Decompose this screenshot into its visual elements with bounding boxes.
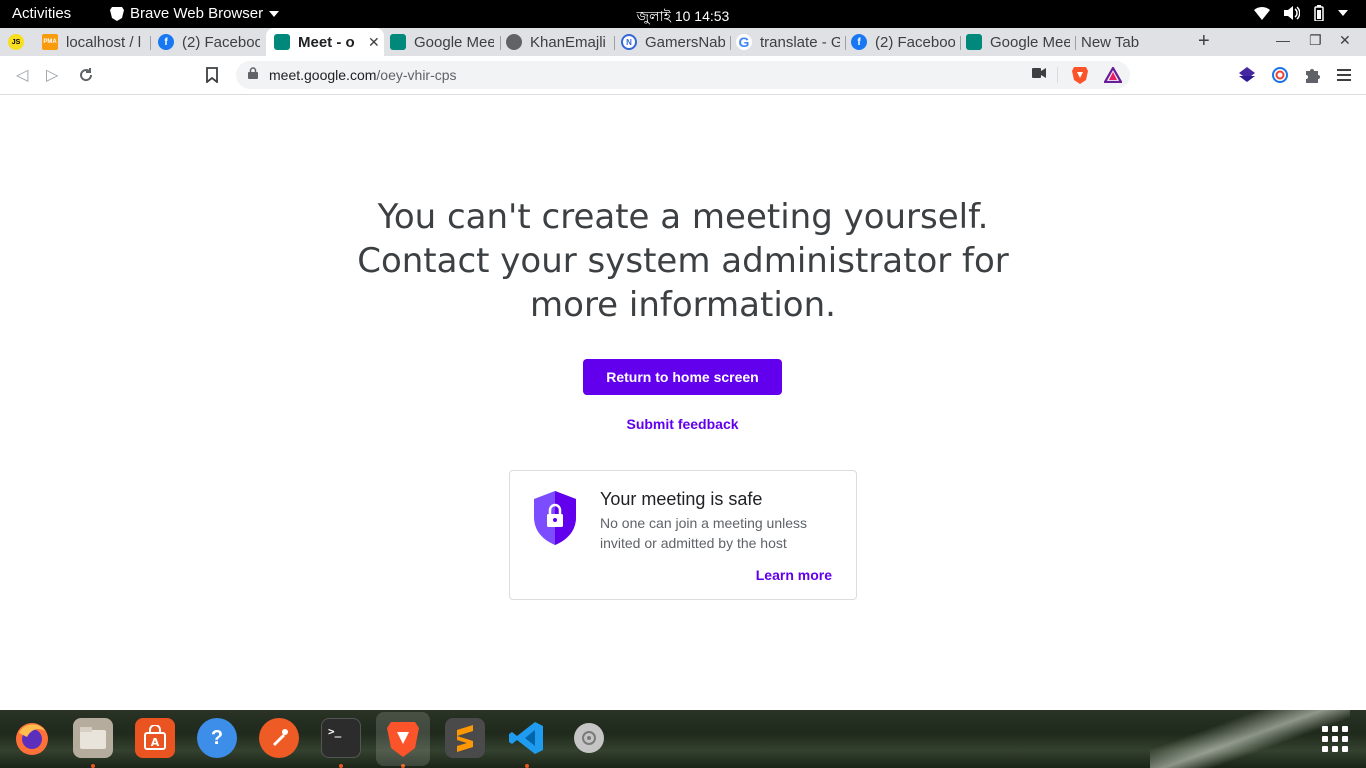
tab-meet-active[interactable]: Meet - o ✕ [266,28,384,56]
status-menu[interactable] [1254,5,1348,21]
svg-text:A: A [151,736,160,749]
disk-icon[interactable] [569,718,609,758]
facebook-icon: f [158,34,174,50]
tab-title: Google Mee [414,33,494,51]
address-bar[interactable]: meet.google.com/oey-vhir-cps [236,61,1130,89]
google-meet-icon [274,34,290,50]
tab-title: New Tab [1081,33,1140,51]
extensions-puzzle-icon[interactable] [1303,66,1321,84]
tab-strip: JS PMA localhost / l f (2) Faceboo Meet … [0,28,1366,56]
lock-icon [248,67,258,79]
back-icon[interactable]: ◁ [16,65,28,85]
postman-icon[interactable] [259,718,299,758]
files-icon[interactable] [73,718,113,758]
brave-rewards-icon[interactable] [1104,67,1122,83]
tab-title: Google Mee [990,33,1070,51]
app-dock: A ? >_ [0,710,1366,768]
facebook-icon: f [851,34,867,50]
sublime-text-icon[interactable] [445,718,485,758]
bookmark-icon[interactable] [206,67,218,83]
tab-title: localhost / l [66,33,142,51]
tab-title: GamersNab [645,33,725,51]
camera-icon[interactable] [1032,68,1046,78]
new-tab-plus-icon[interactable]: + [1198,30,1210,53]
page-content: You can't create a meeting yourself. Con… [0,95,1366,710]
tab-title: (2) Faceboo [875,33,955,51]
learn-more-link[interactable]: Learn more [756,567,832,583]
tab-facebook-2[interactable]: f (2) Faceboo [851,28,955,56]
card-title: Your meeting is safe [600,489,763,509]
extension-circle-icon[interactable] [1271,66,1289,84]
url-text: meet.google.com/oey-vhir-cps [269,67,457,83]
tab-new-tab[interactable]: New Tab [1081,28,1181,56]
reload-icon[interactable] [78,67,94,83]
google-meet-icon [966,34,982,50]
system-top-bar: Activities Brave Web Browser জুলাই 10 14… [0,0,1366,28]
tab-pinned-js[interactable]: JS [8,28,32,56]
tab-localhost[interactable]: PMA localhost / l [42,28,144,56]
clock[interactable]: জুলাই 10 14:53 [637,8,730,24]
return-home-button[interactable]: Return to home screen [583,359,782,395]
help-icon[interactable]: ? [197,718,237,758]
app-menu-label: Brave Web Browser [130,5,264,22]
tab-title: translate - G [760,33,840,51]
menu-icon[interactable] [1337,68,1351,82]
vscode-icon[interactable] [507,718,547,758]
software-center-icon[interactable]: A [135,718,175,758]
tab-title: KhanEmajli [530,33,606,51]
caret-down-icon [1338,10,1348,16]
app-menu[interactable]: Brave Web Browser [110,5,280,22]
minimize-icon[interactable]: — [1276,32,1290,48]
submit-feedback-link[interactable]: Submit feedback [583,416,782,432]
close-tab-icon[interactable]: ✕ [368,34,380,51]
tab-title: (2) Faceboo [182,33,260,51]
firefox-icon[interactable] [12,718,52,758]
tab-gamersnab[interactable]: N GamersNab [621,28,725,56]
gamersnab-icon: N [621,34,637,50]
close-window-icon[interactable]: ✕ [1339,32,1351,49]
phpmyadmin-icon: PMA [42,34,58,50]
activities-button[interactable]: Activities [12,5,71,22]
google-meet-icon [390,34,406,50]
wifi-icon [1254,7,1270,20]
tab-facebook[interactable]: f (2) Faceboo [158,28,260,56]
tab-google-meet-2[interactable]: Google Mee [966,28,1070,56]
terminal-icon[interactable]: >_ [321,718,361,758]
volume-icon [1284,6,1300,20]
url-path: /oey-vhir-cps [376,67,457,83]
browser-toolbar: ◁ ▷ meet.google.com/oey-vhir-cps [0,56,1366,95]
brave-icon[interactable] [376,712,430,766]
caret-down-icon [269,10,280,17]
show-applications-icon[interactable] [1322,726,1348,752]
brave-lion-icon [110,7,124,21]
js-icon: JS [8,34,24,50]
tab-google-meet[interactable]: Google Mee [390,28,494,56]
page-title: You can't create a meeting yourself. Con… [357,197,1009,325]
restore-icon[interactable]: ❐ [1309,32,1322,49]
card-description: No one can join a meeting unless invited… [600,515,808,551]
forward-icon[interactable]: ▷ [46,65,58,85]
tab-khanemajli[interactable]: KhanEmajli [506,28,608,56]
brave-shields-icon[interactable] [1072,66,1088,84]
shield-lock-icon [534,491,576,545]
tab-title: Meet - o [298,33,355,51]
safety-info-card: Your meeting is safe No one can join a m… [509,470,857,600]
extension-layers-icon[interactable] [1238,66,1256,84]
battery-icon [1314,5,1324,21]
globe-icon [506,34,522,50]
google-icon: G [736,34,752,50]
url-host: meet.google.com [269,67,377,83]
tab-translate[interactable]: G translate - G [736,28,840,56]
